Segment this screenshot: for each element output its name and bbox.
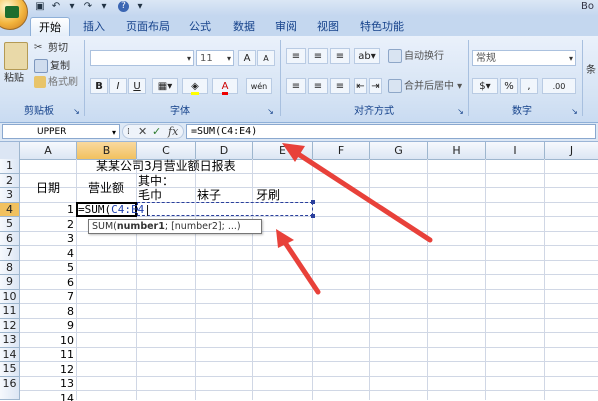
arrow-to-formula-bar bbox=[282, 143, 433, 243]
annotation-arrows bbox=[276, 143, 433, 295]
excel-logo-icon bbox=[5, 6, 19, 18]
arrow-to-range bbox=[276, 229, 321, 295]
